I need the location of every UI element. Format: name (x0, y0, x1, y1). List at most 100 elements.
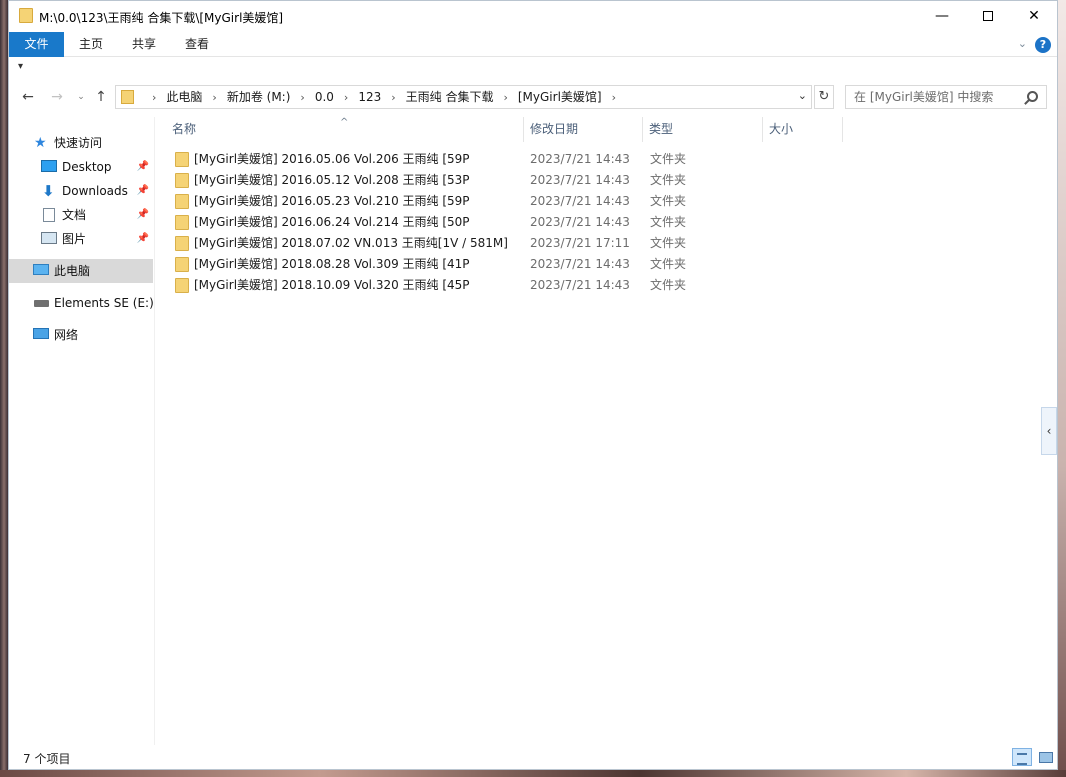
file-name[interactable]: [MyGirl美媛馆] 2016.05.06 Vol.206 王雨纯 [59P (194, 149, 470, 170)
folder-icon (175, 236, 189, 251)
download-icon: ⬇ (42, 182, 55, 200)
file-date: 2023/7/21 14:43 (530, 152, 630, 166)
document-icon (43, 208, 55, 222)
file-row[interactable]: [MyGirl美媛馆] 2018.08.28 Vol.309 王雨纯 [41P … (165, 254, 845, 275)
file-row[interactable]: [MyGirl美媛馆] 2016.05.06 Vol.206 王雨纯 [59P … (165, 149, 845, 170)
file-name[interactable]: [MyGirl美媛馆] 2018.07.02 VN.013 王雨纯[1V / 5… (194, 233, 508, 254)
file-name[interactable]: [MyGirl美媛馆] 2016.05.12 Vol.208 王雨纯 [53P (194, 170, 470, 191)
tab-file[interactable]: 文件 (9, 32, 64, 57)
maximize-icon (983, 11, 993, 21)
column-header-size[interactable]: 大小 (763, 117, 843, 142)
address-bar[interactable]: › 此电脑 › 新加卷 (M:) › 0.0 › 123 › 王雨纯 合集下载 › [MyGirl美媛… (115, 85, 812, 109)
status-bar: 7 个项目 (9, 745, 1057, 769)
file-type: 文件夹 (650, 236, 687, 250)
chevron-right-icon[interactable]: › (391, 87, 395, 109)
customize-quick-access-icon[interactable]: ▾ (18, 61, 23, 72)
preview-pane-toggle[interactable]: ‹ (1041, 407, 1057, 455)
file-list: [MyGirl美媛馆] 2016.05.06 Vol.206 王雨纯 [59P … (165, 149, 845, 296)
file-row[interactable]: [MyGirl美媛馆] 2016.05.23 Vol.210 王雨纯 [59P … (165, 191, 845, 212)
network-icon (33, 328, 49, 339)
pin-icon[interactable]: 📌 (137, 179, 149, 203)
desktop-background-right (1058, 0, 1066, 777)
chevron-right-icon[interactable]: › (212, 87, 216, 109)
breadcrumb-current-folder[interactable]: [MyGirl美媛馆] (518, 90, 602, 104)
help-icon[interactable]: ? (1035, 37, 1051, 53)
search-input[interactable] (854, 89, 1019, 105)
file-row[interactable]: [MyGirl美媛馆] 2018.07.02 VN.013 王雨纯[1V / 5… (165, 233, 845, 254)
chevron-right-icon[interactable]: › (612, 87, 616, 109)
folder-icon (175, 173, 189, 188)
file-row[interactable]: [MyGirl美媛馆] 2016.05.12 Vol.208 王雨纯 [53P … (165, 170, 845, 191)
back-button[interactable]: ← (18, 87, 38, 107)
folder-icon (121, 90, 134, 104)
folder-icon (175, 257, 189, 272)
details-view-icon[interactable] (1012, 748, 1032, 766)
desktop-icon (41, 160, 57, 172)
breadcrumb-this-pc[interactable]: 此电脑 (166, 90, 202, 104)
recent-locations-icon[interactable]: ⌄ (71, 87, 91, 107)
file-name[interactable]: [MyGirl美媛馆] 2016.06.24 Vol.214 王雨纯 [50P (194, 212, 470, 233)
file-type: 文件夹 (650, 215, 687, 229)
folder-icon (175, 194, 189, 209)
chevron-right-icon[interactable]: › (503, 87, 507, 109)
nav-item-network[interactable]: 网络 (9, 323, 153, 347)
tab-share[interactable]: 共享 (122, 32, 166, 57)
column-header-date-modified[interactable]: 修改日期 (524, 117, 643, 142)
nav-label: Elements SE (E:) (54, 296, 154, 310)
file-date: 2023/7/21 14:43 (530, 194, 630, 208)
breadcrumb-123[interactable]: 123 (358, 90, 381, 104)
tab-home[interactable]: 主页 (69, 32, 113, 57)
breadcrumb-0-0[interactable]: 0.0 (315, 90, 334, 104)
file-name[interactable]: [MyGirl美媛馆] 2016.05.23 Vol.210 王雨纯 [59P (194, 191, 470, 212)
large-icons-view-icon[interactable] (1035, 748, 1055, 766)
pin-icon[interactable]: 📌 (137, 227, 149, 251)
address-dropdown-icon[interactable]: ⌄ (798, 89, 807, 102)
pin-icon[interactable]: 📌 (137, 203, 149, 227)
drive-icon (34, 300, 49, 307)
nav-quick-access[interactable]: ★ 快速访问 (9, 131, 153, 155)
nav-item-desktop[interactable]: Desktop 📌 (9, 155, 153, 179)
sort-ascending-icon: ^ (340, 117, 349, 128)
chevron-right-icon[interactable]: › (300, 87, 304, 109)
breadcrumb-collection[interactable]: 王雨纯 合集下载 (406, 90, 494, 104)
maximize-button[interactable] (965, 1, 1011, 32)
tab-view[interactable]: 查看 (175, 32, 219, 57)
folder-icon (19, 8, 33, 23)
forward-button[interactable]: → (47, 87, 67, 107)
chevron-right-icon[interactable]: › (152, 87, 156, 109)
nav-label: 网络 (54, 328, 79, 342)
column-header-type[interactable]: 类型 (643, 117, 763, 142)
file-name[interactable]: [MyGirl美媛馆] 2018.08.28 Vol.309 王雨纯 [41P (194, 254, 470, 275)
chevron-right-icon[interactable]: › (344, 87, 348, 109)
up-button[interactable]: ↑ (91, 87, 111, 107)
minimize-button[interactable]: — (919, 1, 965, 32)
file-name[interactable]: [MyGirl美媛馆] 2018.10.09 Vol.320 王雨纯 [45P (194, 275, 470, 296)
file-type: 文件夹 (650, 278, 687, 292)
folder-icon (175, 278, 189, 293)
file-date: 2023/7/21 14:43 (530, 173, 630, 187)
expand-ribbon-chevron-icon[interactable]: ⌄ (1018, 37, 1027, 50)
nav-item-drive-e[interactable]: Elements SE (E:) (9, 291, 154, 315)
navigation-pane: ★ 快速访问 Desktop 📌 ⬇ Downloads 📌 文档 📌 图片 📌… (9, 117, 154, 745)
search-box[interactable] (845, 85, 1047, 109)
pane-splitter[interactable] (154, 117, 155, 745)
nav-item-documents[interactable]: 文档 📌 (9, 203, 153, 227)
window-title: M:\0.0\123\王雨纯 合集下载\[MyGirl美媛馆] (39, 11, 284, 25)
file-row[interactable]: [MyGirl美媛馆] 2016.06.24 Vol.214 王雨纯 [50P … (165, 212, 845, 233)
refresh-button[interactable]: ↻ (814, 85, 834, 109)
breadcrumb-drive-m[interactable]: 新加卷 (M:) (227, 90, 291, 104)
column-header: 名称 修改日期 类型 大小 (155, 117, 845, 142)
file-date: 2023/7/21 14:43 (530, 215, 630, 229)
nav-item-pictures[interactable]: 图片 📌 (9, 227, 153, 251)
file-date: 2023/7/21 14:43 (530, 278, 630, 292)
search-icon[interactable] (1027, 91, 1038, 102)
nav-label: 快速访问 (54, 136, 103, 150)
title-bar[interactable]: M:\0.0\123\王雨纯 合集下载\[MyGirl美媛馆] — ✕ (9, 1, 1057, 32)
close-button[interactable]: ✕ (1011, 1, 1057, 32)
nav-item-downloads[interactable]: ⬇ Downloads 📌 (9, 179, 153, 203)
navigation-bar: ← → ⌄ ↑ › 此电脑 › 新加卷 (M:) › 0.0 › 123 › 王雨纯 合集下载 › [… (9, 83, 1057, 111)
nav-item-this-pc[interactable]: 此电脑 (9, 259, 153, 283)
nav-label: 图片 (62, 232, 87, 246)
file-row[interactable]: [MyGirl美媛馆] 2018.10.09 Vol.320 王雨纯 [45P … (165, 275, 845, 296)
pin-icon[interactable]: 📌 (137, 155, 149, 179)
